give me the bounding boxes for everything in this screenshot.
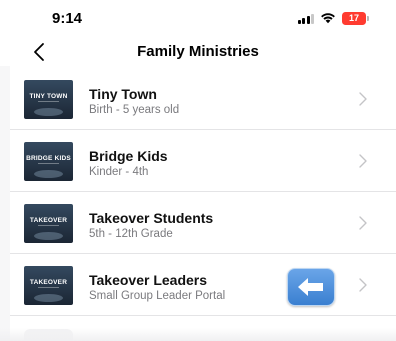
list-item-subtitle: Kinder - 4th bbox=[89, 166, 149, 178]
chevron-right-icon bbox=[359, 216, 367, 230]
row-divider bbox=[10, 315, 396, 316]
bottom-fade bbox=[0, 328, 396, 341]
battery-icon: 17 bbox=[342, 11, 369, 25]
thumbnail-text: TAKEOVER bbox=[29, 279, 68, 286]
list-background: TINY TOWN Tiny Town Birth - 5 years old … bbox=[0, 66, 396, 341]
wifi-icon bbox=[321, 13, 335, 24]
list-item-takeover-leaders[interactable]: TAKEOVER Takeover Leaders Small Group Le… bbox=[10, 254, 396, 316]
status-icons: 17 bbox=[297, 10, 369, 26]
thumbnail-text: TINY TOWN bbox=[29, 93, 68, 100]
status-time: 9:14 bbox=[52, 10, 83, 27]
list-item-subtitle: Birth - 5 years old bbox=[89, 104, 180, 116]
status-bar: 9:14 17 bbox=[0, 0, 396, 36]
ministries-list: TINY TOWN Tiny Town Birth - 5 years old … bbox=[10, 66, 396, 341]
list-item-bridge-kids[interactable]: BRIDGE KIDS Bridge Kids Kinder - 4th bbox=[10, 130, 396, 192]
list-item-title: Takeover Leaders bbox=[89, 272, 208, 288]
cellular-signal-icon bbox=[297, 13, 314, 24]
takeover-leaders-thumbnail: TAKEOVER bbox=[24, 266, 73, 305]
list-item-title: Tiny Town bbox=[89, 86, 157, 102]
list-item-subtitle: 5th - 12th Grade bbox=[89, 228, 173, 240]
thumbnail-text: TAKEOVER bbox=[29, 217, 68, 224]
battery-level: 17 bbox=[348, 12, 359, 23]
left-arrow-button[interactable] bbox=[287, 268, 335, 306]
tiny-town-thumbnail: TINY TOWN bbox=[24, 80, 73, 119]
list-item-subtitle: Small Group Leader Portal bbox=[89, 290, 226, 302]
navigation-bar: Family Ministries bbox=[0, 36, 396, 68]
chevron-right-icon bbox=[359, 278, 367, 292]
left-arrow-icon bbox=[298, 278, 323, 296]
takeover-students-thumbnail: TAKEOVER bbox=[24, 204, 73, 243]
chevron-right-icon bbox=[359, 92, 367, 106]
list-item-title: Bridge Kids bbox=[89, 148, 168, 164]
chevron-right-icon bbox=[359, 154, 367, 168]
thumbnail-text: BRIDGE KIDS bbox=[26, 155, 71, 162]
list-item-tiny-town[interactable]: TINY TOWN Tiny Town Birth - 5 years old bbox=[10, 68, 396, 130]
bridge-kids-thumbnail: BRIDGE KIDS bbox=[24, 142, 73, 181]
list-item-takeover-students[interactable]: TAKEOVER Takeover Students 5th - 12th Gr… bbox=[10, 192, 396, 254]
list-item-title: Takeover Students bbox=[89, 210, 214, 226]
page-title: Family Ministries bbox=[137, 43, 259, 60]
